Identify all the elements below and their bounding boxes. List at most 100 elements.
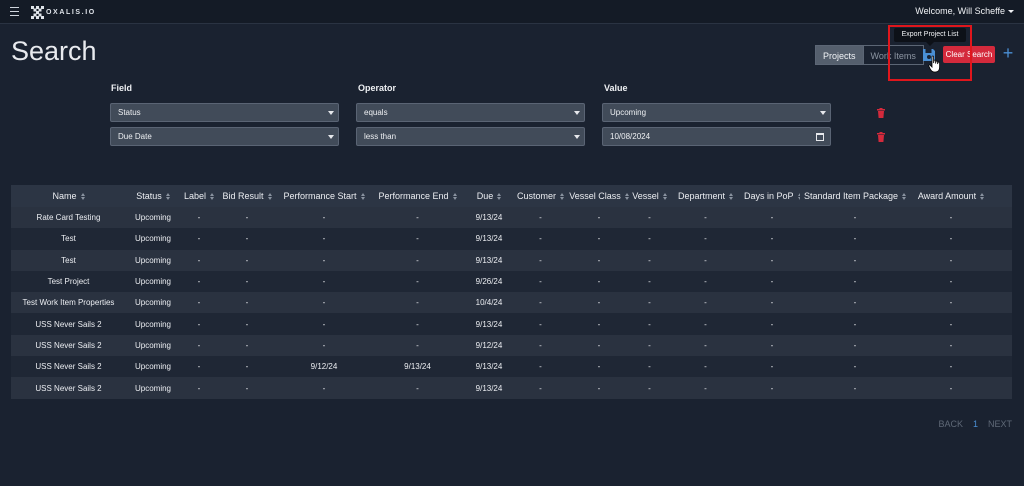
table-cell: - xyxy=(197,319,201,329)
add-button[interactable]: + xyxy=(1001,43,1015,63)
table-row[interactable]: USS Never Sails 2 Upcoming - - - - 9/12/24 - - - -… xyxy=(11,334,1012,357)
table-cell: - xyxy=(597,298,601,308)
trash-icon[interactable] xyxy=(877,132,885,142)
table-cell: - xyxy=(197,362,201,372)
table-cell: - xyxy=(949,277,953,287)
table-cell: - xyxy=(648,255,651,265)
table-cell: - xyxy=(539,383,542,393)
user-menu[interactable]: Welcome, Will Scheffe xyxy=(915,6,1014,16)
table-cell: - xyxy=(770,383,774,393)
chevron-down-icon xyxy=(328,111,334,115)
table-cell: Test xyxy=(61,234,76,244)
table-cell: - xyxy=(322,234,326,244)
column-header[interactable]: Days in PoP xyxy=(744,191,800,201)
column-header[interactable]: Vessel xyxy=(632,191,667,201)
table-row[interactable]: Test Work Item Properties Upcoming - - - - 10/… xyxy=(11,292,1012,314)
sort-icon[interactable] xyxy=(902,193,907,201)
table-cell: - xyxy=(770,319,774,329)
next-button[interactable]: NEXT xyxy=(988,419,1012,429)
column-header-label: Label xyxy=(183,191,207,201)
field-select-1[interactable]: Status xyxy=(110,103,339,122)
sort-icon[interactable] xyxy=(980,193,985,201)
table-cell: - xyxy=(245,319,249,329)
date-input[interactable]: 10/08/2024 xyxy=(602,127,831,146)
table-row[interactable]: USS Never Sails 2 Upcoming - - - - 9/13/24 - - - -… xyxy=(11,377,1012,399)
table-header-row: Name Status Label Bid Result Performance Sta… xyxy=(11,185,1012,207)
table-cell: - xyxy=(597,340,601,350)
column-header[interactable]: Name xyxy=(11,191,126,201)
table-cell: - xyxy=(416,298,419,308)
sort-icon[interactable] xyxy=(497,193,502,201)
column-header[interactable]: Label xyxy=(180,191,218,201)
table-row[interactable]: Test Upcoming - - - - 9/13/24 - - - - - - - xyxy=(11,228,1012,250)
column-header[interactable]: Award Amount xyxy=(910,191,992,201)
table-cell: - xyxy=(853,255,857,265)
sort-icon[interactable] xyxy=(452,193,457,201)
table-row[interactable]: USS Never Sails 2 Upcoming - - 9/12/24 9/13/2… xyxy=(11,356,1012,378)
table-row[interactable]: Rate Card Testing Upcoming - - - - 9/13/24 - - - -… xyxy=(11,207,1012,229)
brand-logo[interactable]: OXALIS.IO xyxy=(31,5,96,20)
column-header[interactable]: Due xyxy=(463,191,515,201)
table-cell: 10/4/24 xyxy=(475,298,503,308)
value-header: Value xyxy=(604,83,628,93)
table-row[interactable]: Test Upcoming - - - - 9/13/24 - - - - - - - xyxy=(11,249,1012,271)
table-cell: - xyxy=(539,213,542,223)
page-number[interactable]: 1 xyxy=(973,419,978,429)
table-cell: Upcoming xyxy=(134,213,171,223)
column-header[interactable]: Performance End xyxy=(372,191,463,201)
column-header-label: Award Amount xyxy=(917,191,977,201)
sort-icon[interactable] xyxy=(267,193,272,201)
hamburger-icon[interactable] xyxy=(10,7,19,16)
sort-icon[interactable] xyxy=(165,193,170,201)
table-cell: - xyxy=(648,319,651,329)
projects-toggle-button[interactable]: Projects xyxy=(815,45,864,65)
column-header[interactable]: Department xyxy=(667,191,744,201)
table-row[interactable]: Test Project Upcoming - - - - 9/26/24 - - - - - - - xyxy=(11,270,1012,293)
sort-icon[interactable] xyxy=(560,193,564,201)
value-select-1[interactable]: Upcoming xyxy=(602,103,831,122)
table-cell: - xyxy=(245,213,249,223)
table-cell: - xyxy=(539,298,542,308)
sort-icon[interactable] xyxy=(360,193,365,201)
column-header[interactable]: Customer xyxy=(515,191,566,201)
column-header[interactable]: Bid Result xyxy=(218,191,276,201)
table-cell: USS Never Sails 2 xyxy=(35,319,102,329)
chevron-down-icon xyxy=(574,111,580,115)
table-cell: 9/13/24 xyxy=(475,255,503,265)
column-header[interactable]: Vessel Class xyxy=(566,191,632,201)
operator-select-1[interactable]: equals xyxy=(356,103,585,122)
sort-icon[interactable] xyxy=(210,193,215,201)
trash-icon[interactable] xyxy=(877,108,885,118)
table-cell: - xyxy=(949,234,953,244)
field-select-2[interactable]: Due Date xyxy=(110,127,339,146)
table-cell: - xyxy=(949,298,953,308)
column-header[interactable]: Standard Item Package xyxy=(800,191,910,201)
oxalis-logo-icon xyxy=(31,6,44,19)
table-cell: - xyxy=(853,298,857,308)
sort-icon[interactable] xyxy=(729,193,734,201)
table-cell: - xyxy=(322,340,326,350)
table-cell: - xyxy=(597,383,601,393)
table-cell: - xyxy=(416,277,419,287)
column-header[interactable]: Status xyxy=(126,191,180,201)
table-cell: - xyxy=(245,340,249,350)
table-cell: Upcoming xyxy=(134,255,171,265)
table-cell: - xyxy=(197,298,201,308)
table-row[interactable]: USS Never Sails 2 Upcoming - - - - 9/13/24 - - - -… xyxy=(11,313,1012,335)
sort-icon[interactable] xyxy=(80,193,85,201)
back-button[interactable]: BACK xyxy=(938,419,963,429)
results-table: Name Status Label Bid Result Performance Sta… xyxy=(11,185,1012,399)
table-cell: - xyxy=(597,277,601,287)
column-header-label: Due xyxy=(476,191,494,201)
column-header[interactable]: Performance Start xyxy=(276,191,372,201)
table-cell: - xyxy=(853,362,857,372)
calendar-icon[interactable] xyxy=(816,133,824,141)
column-header-label: Name xyxy=(52,191,77,201)
table-body: Rate Card Testing Upcoming - - - - 9/13/24 - - - -… xyxy=(11,207,1012,399)
table-cell: - xyxy=(539,277,542,287)
table-cell: - xyxy=(539,362,542,372)
table-cell: USS Never Sails 2 xyxy=(35,362,102,372)
chevron-down-icon xyxy=(820,111,826,115)
operator-select-2[interactable]: less than xyxy=(356,127,585,146)
sort-icon[interactable] xyxy=(624,193,629,201)
